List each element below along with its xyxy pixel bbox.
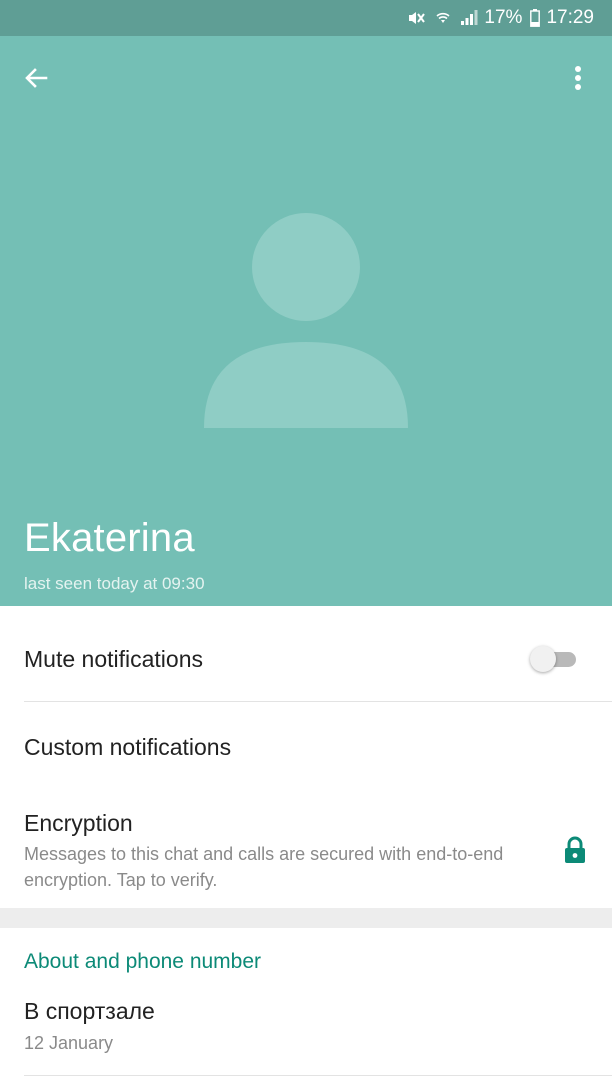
encryption-row[interactable]: Encryption Messages to this chat and cal… [0, 790, 612, 908]
arrow-left-icon [25, 68, 48, 88]
about-status-text[interactable]: В спортзале [24, 998, 155, 1025]
default-avatar-icon[interactable] [202, 212, 410, 428]
last-seen-text: last seen today at 09:30 [24, 574, 205, 593]
mute-notifications-label: Mute notifications [24, 646, 203, 672]
divider [24, 1075, 612, 1076]
about-section-title: About and phone number [24, 950, 262, 973]
toggle-thumb [530, 646, 556, 672]
mute-notifications-row[interactable]: Mute notifications [0, 606, 612, 702]
clock: 17:29 [546, 7, 594, 28]
wifi-icon [434, 9, 452, 27]
back-button[interactable] [12, 58, 60, 98]
about-section: About and phone number В спортзале 12 Ja… [0, 928, 612, 1088]
status-bar: 17% 17:29 [0, 0, 612, 36]
profile-header: Ekaterina last seen today at 09:30 [0, 36, 612, 606]
custom-notifications-row[interactable]: Custom notifications [0, 702, 612, 790]
mute-icon [406, 8, 426, 28]
battery-percent: 17% [484, 7, 523, 28]
encryption-label: Encryption [24, 810, 133, 836]
battery-icon [530, 9, 541, 27]
more-options-button[interactable] [556, 58, 600, 98]
encryption-description: Messages to this chat and calls are secu… [24, 844, 504, 890]
lock-icon[interactable] [564, 836, 586, 864]
custom-notifications-label: Custom notifications [24, 734, 232, 760]
section-separator [0, 908, 612, 928]
signal-icon [460, 9, 478, 27]
about-status-date: 12 January [24, 1033, 114, 1053]
contact-name: Ekaterina [24, 516, 195, 560]
mute-toggle[interactable] [530, 646, 580, 672]
more-vert-icon [575, 66, 581, 90]
